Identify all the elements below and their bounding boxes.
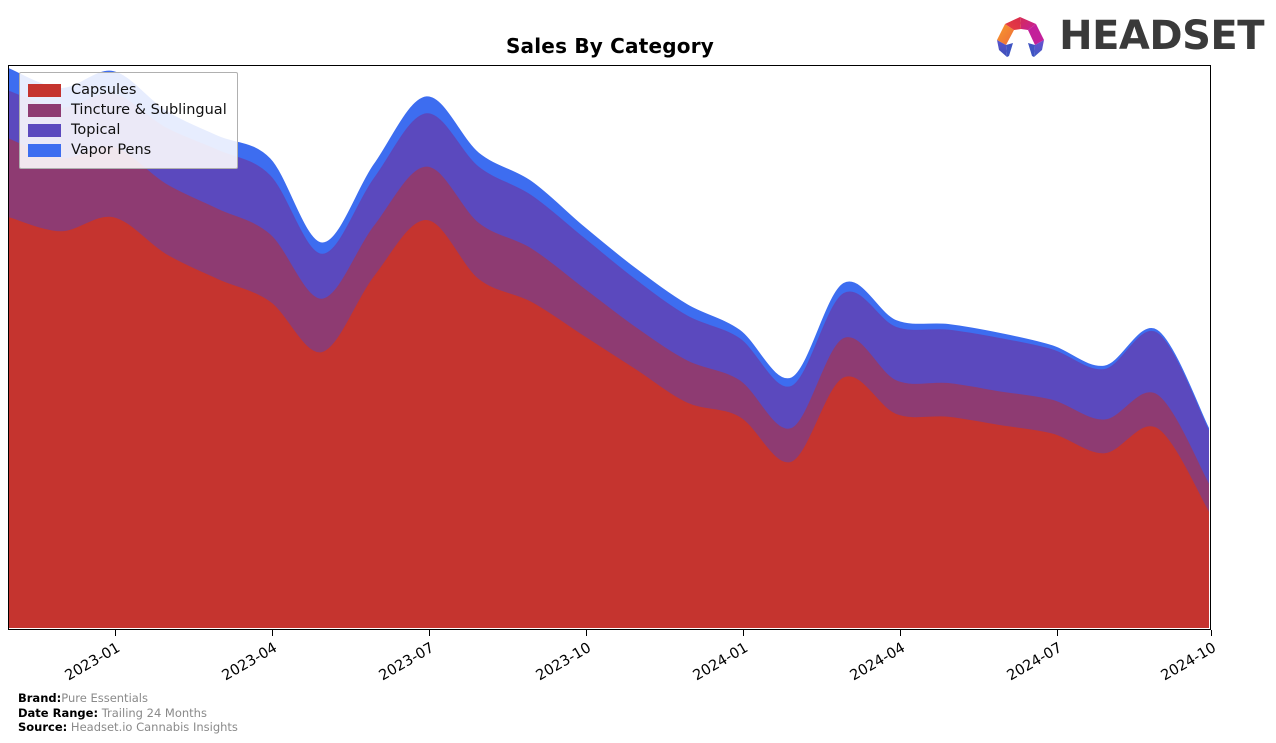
x-axis-tick-mark: [429, 630, 430, 636]
legend-item-label: Topical: [71, 122, 121, 138]
footer-row: Date Range: Trailing 24 Months: [18, 706, 238, 721]
legend-swatch-icon: [28, 123, 61, 137]
footer-row: Source: Headset.io Cannabis Insights: [18, 720, 238, 735]
chart-footer: Brand:Pure Essentials Date Range: Trailin…: [18, 691, 238, 735]
headset-arch-logo-icon: [997, 17, 1045, 57]
footer-value: Headset.io Cannabis Insights: [67, 720, 238, 734]
footer-value: Trailing 24 Months: [98, 705, 207, 720]
legend-swatch-icon: [28, 83, 61, 97]
legend-item-vapor-pens[interactable]: Vapor Pens: [28, 140, 227, 160]
x-axis-tick-mark: [115, 630, 116, 636]
footer-value: Pure Essentials: [61, 691, 148, 705]
x-axis-tick-mark: [272, 630, 273, 636]
legend-item-label: Vapor Pens: [71, 142, 152, 158]
legend-swatch-icon: [28, 143, 61, 157]
x-axis-tick-label: 2024-01: [690, 640, 751, 685]
brand-logo: HEADSET: [993, 12, 1264, 60]
x-axis-tick-label: 2024-10: [1158, 640, 1219, 685]
legend-item-tincture-sublingual[interactable]: Tincture & Sublingual: [28, 100, 227, 120]
legend-swatch-icon: [28, 103, 61, 117]
x-axis-tick-label: 2024-07: [1004, 640, 1065, 685]
brand-logo-wordmark: HEADSET: [1059, 13, 1264, 59]
footer-label: Date Range:: [18, 705, 99, 720]
footer-label: Source:: [18, 720, 68, 734]
footer-label: Brand:: [18, 691, 62, 705]
x-axis-tick-label: 2023-07: [376, 640, 437, 685]
x-axis-tick-mark: [1211, 630, 1212, 636]
x-axis-tick-mark: [1057, 630, 1058, 636]
x-axis-tick-label: 2023-01: [62, 640, 123, 685]
legend-item-label: Tincture & Sublingual: [71, 102, 227, 118]
legend-item-label: Capsules: [71, 82, 137, 98]
x-axis-tick-label: 2023-10: [533, 640, 594, 685]
x-axis-tick-label: 2023-04: [219, 640, 280, 685]
x-axis-tick-mark: [586, 630, 587, 636]
legend-item-capsules[interactable]: Capsules: [28, 80, 227, 100]
legend-item-topical[interactable]: Topical: [28, 120, 227, 140]
x-axis-tick-mark: [743, 630, 744, 636]
chart-legend: Capsules Tincture & Sublingual Topical Vapo…: [19, 72, 238, 169]
x-axis-tick-mark: [900, 630, 901, 636]
footer-row: Brand:Pure Essentials: [18, 691, 238, 706]
x-axis-tick-label: 2024-04: [847, 640, 908, 685]
